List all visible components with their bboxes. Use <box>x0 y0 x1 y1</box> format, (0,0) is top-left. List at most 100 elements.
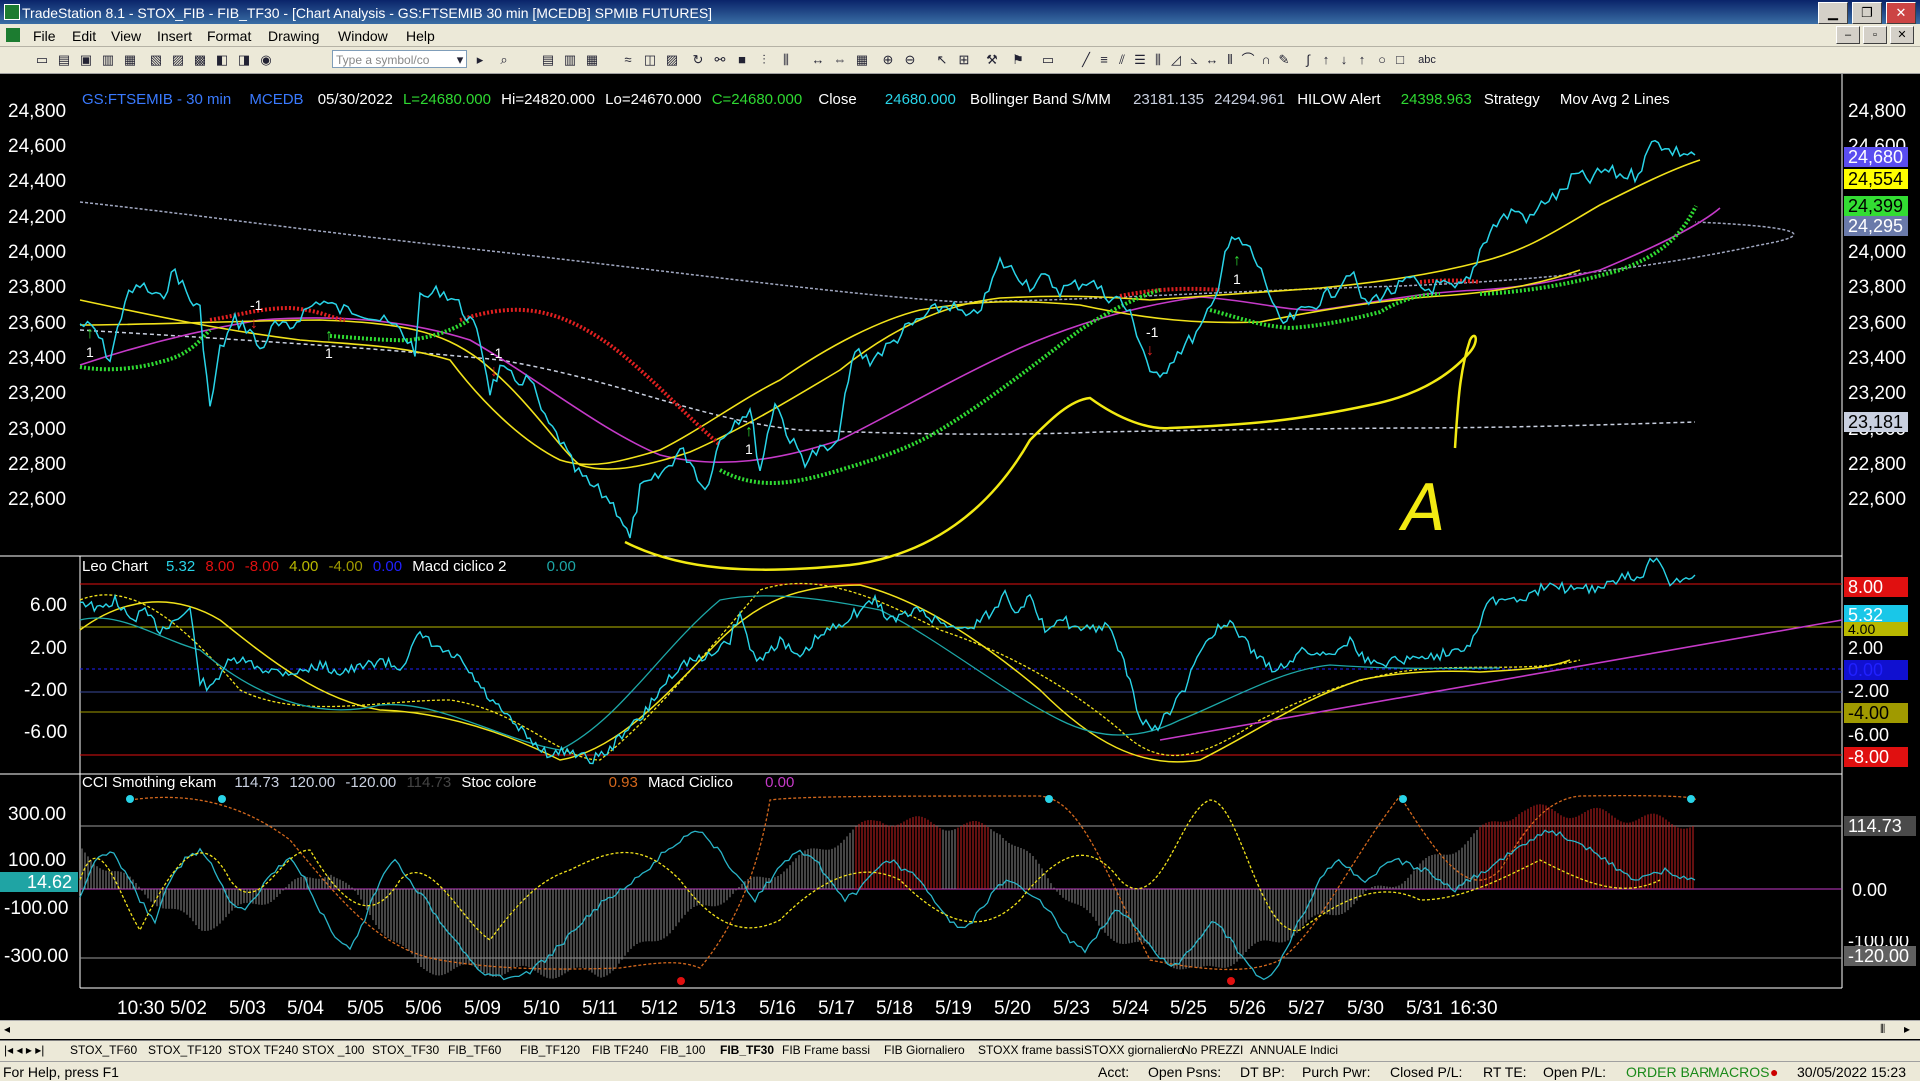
data-tip-icon[interactable]: ⊞ <box>956 52 972 68</box>
scroll-thumb[interactable]: ⦀ <box>1880 1022 1885 1037</box>
tab-stox-tf240[interactable]: STOX TF240 <box>228 1043 298 1057</box>
line-chart-icon[interactable]: ▦ <box>584 52 600 68</box>
menu-insert[interactable]: Insert <box>157 28 192 44</box>
tab-fib-tf120[interactable]: FIB_TF120 <box>520 1043 580 1057</box>
menu-window[interactable]: Window <box>338 28 388 44</box>
tick-icon[interactable]: ⫶ <box>756 52 772 68</box>
vertical-line-icon[interactable]: ⦀ <box>1222 52 1238 68</box>
tab-stoxx-frame-bassi[interactable]: STOXX frame bassi <box>978 1043 1084 1057</box>
go-icon[interactable]: ▸ <box>472 52 488 68</box>
fan-icon[interactable]: ⦣ <box>1186 52 1202 68</box>
osc1-v4: 4.00 <box>289 558 319 575</box>
up-arrow-icon[interactable]: ↑ <box>1318 52 1334 68</box>
refresh-icon[interactable]: ↻ <box>690 52 706 68</box>
tab-fib-tf60[interactable]: FIB_TF60 <box>448 1043 501 1057</box>
options-icon[interactable]: ◧ <box>214 52 230 68</box>
close-button[interactable]: ✕ <box>1886 2 1916 24</box>
down-arrow-icon[interactable]: ↓ <box>1336 52 1352 68</box>
matrix-icon[interactable]: ▨ <box>170 52 186 68</box>
speed-line-icon[interactable]: ◿ <box>1168 52 1184 68</box>
tab-stox-100[interactable]: STOX _100 <box>302 1043 364 1057</box>
dropdown-icon[interactable]: ▾ <box>452 52 468 68</box>
globe-icon[interactable]: ◉ <box>258 52 274 68</box>
doc-icon[interactable] <box>6 28 20 42</box>
new-icon[interactable]: ▭ <box>34 52 50 68</box>
strategy-icon[interactable]: ◫ <box>642 52 658 68</box>
fib-icon[interactable]: ☰ <box>1132 52 1148 68</box>
trendline-icon[interactable]: ╱ <box>1078 52 1094 68</box>
volume-icon[interactable]: ⫼ <box>778 52 794 68</box>
arc-icon[interactable]: ⌒ <box>1240 52 1256 68</box>
menu-drawing[interactable]: Drawing <box>268 28 319 44</box>
child-close-button[interactable]: ✕ <box>1890 26 1914 44</box>
hotlist-icon[interactable]: ◨ <box>236 52 252 68</box>
open-icon[interactable]: ▤ <box>56 52 72 68</box>
tab-no-prezzi[interactable]: No PREZZI <box>1182 1043 1243 1057</box>
tab-stoxx-giornaliero[interactable]: STOXX giornaliero <box>1084 1043 1184 1057</box>
rectangle-icon[interactable]: □ <box>1392 52 1408 68</box>
menu-edit[interactable]: Edit <box>72 28 96 44</box>
child-restore-button[interactable]: ▫ <box>1863 26 1887 44</box>
format-icon[interactable]: ▨ <box>664 52 680 68</box>
close-value: 24680.000 <box>884 91 956 108</box>
child-minimize-button[interactable]: – <box>1836 26 1860 44</box>
channel-icon[interactable]: ⫽ <box>1114 52 1130 68</box>
tab-first-icon[interactable]: |◂ ◂ ▸ ▸| <box>4 1043 44 1057</box>
print-icon[interactable]: ▥ <box>100 52 116 68</box>
cycle-icon[interactable]: ∩ <box>1258 52 1274 68</box>
arrow-both-icon[interactable]: ↔ <box>1204 52 1220 68</box>
tab-stox-tf60[interactable]: STOX_TF60 <box>70 1043 137 1057</box>
tab-fib-tf30[interactable]: FIB_TF30 <box>720 1043 774 1057</box>
candle-icon[interactable]: ▥ <box>562 52 578 68</box>
pointer-icon[interactable]: ↖ <box>934 52 950 68</box>
tab-stox-tf120[interactable]: STOX_TF120 <box>148 1043 222 1057</box>
menu-file[interactable]: File <box>33 28 56 44</box>
horizontal-scrollbar[interactable]: ◂ ⦀ ▸ <box>0 1020 1920 1039</box>
tab-fib-100[interactable]: FIB_100 <box>660 1043 705 1057</box>
status-order-bar[interactable]: ORDER BAR <box>1626 1064 1709 1080</box>
lookup-icon[interactable]: ⌕ <box>496 52 512 68</box>
tab-fib-tf240[interactable]: FIB TF240 <box>592 1043 648 1057</box>
up-arrow-blue-icon[interactable]: ↑ <box>1354 52 1370 68</box>
scroll-right-icon[interactable]: ▸ <box>1904 1022 1910 1036</box>
alert-icon[interactable]: ⚑ <box>1010 52 1026 68</box>
pencil-icon[interactable]: ✎ <box>1276 52 1292 68</box>
scanner-icon[interactable]: ▩ <box>192 52 208 68</box>
tab-stox-tf30[interactable]: STOX_TF30 <box>372 1043 439 1057</box>
zoom-out-icon[interactable]: ⊖ <box>902 52 918 68</box>
status-macros[interactable]: MACROS <box>1708 1064 1769 1080</box>
chart-area[interactable]: ↑ 1 -1 ↓ ↑ 1 -1 ↓ ↑ 1 -1 ↓ ↑ 1 A GS:FTSE… <box>0 74 1920 1020</box>
zoom-in-icon[interactable]: ⊕ <box>880 52 896 68</box>
text-tool-icon[interactable]: abc <box>1412 52 1442 68</box>
scroll-icon[interactable]: ↔ <box>810 52 826 68</box>
indicator-icon[interactable]: ≈ <box>620 52 636 68</box>
tab-fib-giornaliero[interactable]: FIB Giornaliero <box>884 1043 965 1057</box>
grid-icon[interactable]: ▦ <box>854 52 870 68</box>
freehand-icon[interactable]: ∫ <box>1300 52 1316 68</box>
chart-icon[interactable]: ▦ <box>122 52 138 68</box>
save-icon[interactable]: ▣ <box>78 52 94 68</box>
bar-spacing-icon[interactable]: ⇔ <box>832 52 848 68</box>
menu-view[interactable]: View <box>111 28 141 44</box>
hilow-label: 24,399 <box>1844 196 1908 216</box>
tools-icon[interactable]: ⚒ <box>984 52 1000 68</box>
bar-icon[interactable]: ▤ <box>540 52 556 68</box>
minimize-button[interactable]: ▁ <box>1818 2 1848 24</box>
radar-icon[interactable]: ▧ <box>148 52 164 68</box>
y-tick: 2.00 <box>30 638 67 659</box>
clipboard-icon[interactable]: ▭ <box>1040 52 1056 68</box>
link-icon[interactable]: ⚯ <box>712 52 728 68</box>
ellipse-icon[interactable]: ○ <box>1374 52 1390 68</box>
green-box-icon[interactable]: ■ <box>734 52 750 68</box>
horizontal-line-icon[interactable]: ≡ <box>1096 52 1112 68</box>
tab-fib-frame-bassi[interactable]: FIB Frame bassi <box>782 1043 870 1057</box>
tab-annuale-indici[interactable]: ANNUALE Indici <box>1250 1043 1338 1057</box>
menu-format[interactable]: Format <box>207 28 251 44</box>
menu-help[interactable]: Help <box>406 28 435 44</box>
chart-canvas[interactable]: ↑ 1 -1 ↓ ↑ 1 -1 ↓ ↑ 1 -1 ↓ ↑ 1 A <box>0 74 1920 1020</box>
symbol-input[interactable]: Type a symbol/co <box>332 50 467 68</box>
osc2-label-zero: 0.00 <box>1848 880 1920 900</box>
maximize-button[interactable]: ❐ <box>1852 2 1882 24</box>
scroll-left-icon[interactable]: ◂ <box>4 1022 10 1036</box>
fib-time-icon[interactable]: ⫼ <box>1150 52 1166 68</box>
